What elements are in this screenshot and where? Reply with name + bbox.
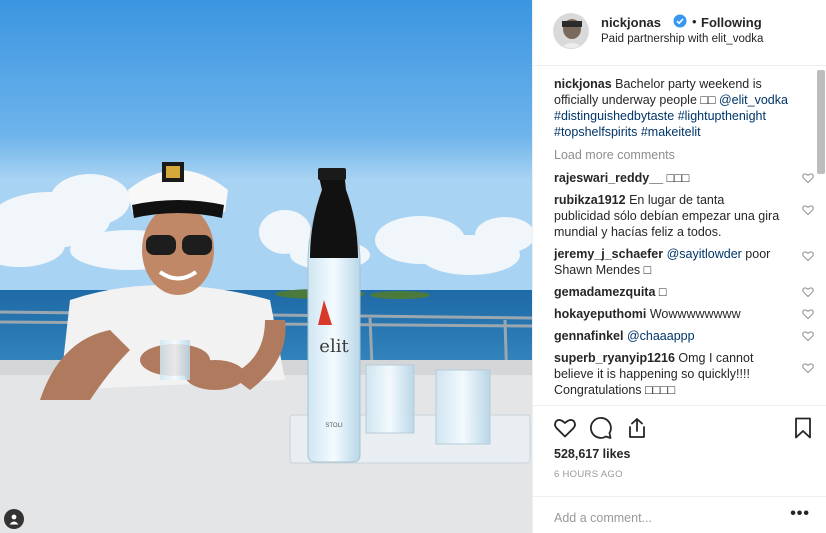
- paid-partnership-label: Paid partnership with elit_vodka: [601, 33, 763, 45]
- post-actions: 528,617 likes 6 HOURS AGO Add a comment.…: [533, 405, 826, 533]
- caption-hashtags[interactable]: #distinguishedbytaste #lightupthenight #…: [554, 109, 766, 139]
- comment-mention[interactable]: @sayitlowder: [667, 247, 742, 261]
- comment-item: hokayeputhomi Wowwwwwwww: [554, 306, 814, 322]
- comment-icon[interactable]: [589, 416, 613, 440]
- more-options-icon[interactable]: •••: [790, 505, 810, 523]
- comment-username[interactable]: gemadamezquita: [554, 285, 655, 299]
- add-comment-bar: Add a comment... •••: [533, 496, 826, 533]
- partnership-prefix: Paid partnership with: [601, 33, 712, 45]
- caption-emoji: □□: [700, 93, 716, 107]
- comment-like-heart-icon[interactable]: [802, 250, 814, 262]
- comment-username[interactable]: rajeswari_reddy__: [554, 171, 663, 185]
- comment-username[interactable]: gennafinkel: [554, 329, 623, 343]
- bookmark-icon[interactable]: [791, 416, 815, 440]
- user-tag-icon[interactable]: [4, 509, 24, 529]
- post-photo[interactable]: elit STOLI: [0, 0, 532, 533]
- avatar[interactable]: [553, 13, 589, 49]
- comment-username[interactable]: jeremy_j_schaefer: [554, 247, 663, 261]
- comment-item: jeremy_j_schaefer @sayitlowder poor Shaw…: [554, 246, 814, 278]
- comment-text: Wowwwwwwww: [649, 307, 741, 321]
- post-sidebar: nickjonas • Following Paid partnership w…: [532, 0, 826, 533]
- comment-username[interactable]: rubikza1912: [554, 193, 626, 207]
- follow-status-button[interactable]: Following: [701, 15, 762, 30]
- bottle-small-label: STOLI: [325, 423, 343, 429]
- comment-text: □□□: [666, 171, 690, 185]
- comment-item: gennafinkel @chaaappp: [554, 328, 814, 344]
- post-photo-illustration: elit STOLI: [0, 0, 532, 533]
- comment-like-heart-icon[interactable]: [802, 308, 814, 320]
- caption-username[interactable]: nickjonas: [554, 77, 612, 91]
- comment-item: gemadamezquita □: [554, 284, 814, 300]
- comment-like-heart-icon[interactable]: [802, 362, 814, 374]
- post-caption: nickjonas Bachelor party weekend is offi…: [554, 76, 804, 140]
- comment-username[interactable]: superb_ryanyip1216: [554, 351, 675, 365]
- comments-scrollbar[interactable]: [817, 70, 825, 174]
- heart-icon[interactable]: [553, 416, 577, 440]
- post-timestamp[interactable]: 6 HOURS AGO: [554, 469, 623, 480]
- comment-like-heart-icon[interactable]: [802, 172, 814, 184]
- partner-link[interactable]: elit_vodka: [712, 33, 764, 45]
- comment-text: □: [658, 285, 667, 299]
- comment-like-heart-icon[interactable]: [802, 286, 814, 298]
- comment-item: rubikza1912 En lugar de tanta publicidad…: [554, 192, 814, 240]
- comment-like-heart-icon[interactable]: [802, 204, 814, 216]
- share-icon[interactable]: [625, 416, 649, 440]
- post-header: nickjonas • Following Paid partnership w…: [533, 0, 826, 66]
- header-separator: •: [692, 14, 697, 29]
- add-comment-input[interactable]: Add a comment...: [554, 511, 652, 525]
- likes-count[interactable]: 528,617 likes: [554, 447, 630, 461]
- comment-item: superb_ryanyip1216 Omg I cannot believe …: [554, 350, 814, 398]
- caption-mention[interactable]: @elit_vodka: [716, 93, 788, 107]
- comment-mention[interactable]: @chaaappp: [627, 329, 695, 343]
- comment-item: rajeswari_reddy__ □□□: [554, 170, 814, 186]
- load-more-comments-button[interactable]: Load more comments: [554, 148, 815, 164]
- bottle-label: elit: [319, 336, 349, 357]
- comment-like-heart-icon[interactable]: [802, 330, 814, 342]
- verified-badge-icon: [673, 14, 687, 28]
- comments-list[interactable]: nickjonas Bachelor party weekend is offi…: [533, 66, 826, 404]
- header-username[interactable]: nickjonas: [601, 15, 661, 30]
- comment-username[interactable]: hokayeputhomi: [554, 307, 646, 321]
